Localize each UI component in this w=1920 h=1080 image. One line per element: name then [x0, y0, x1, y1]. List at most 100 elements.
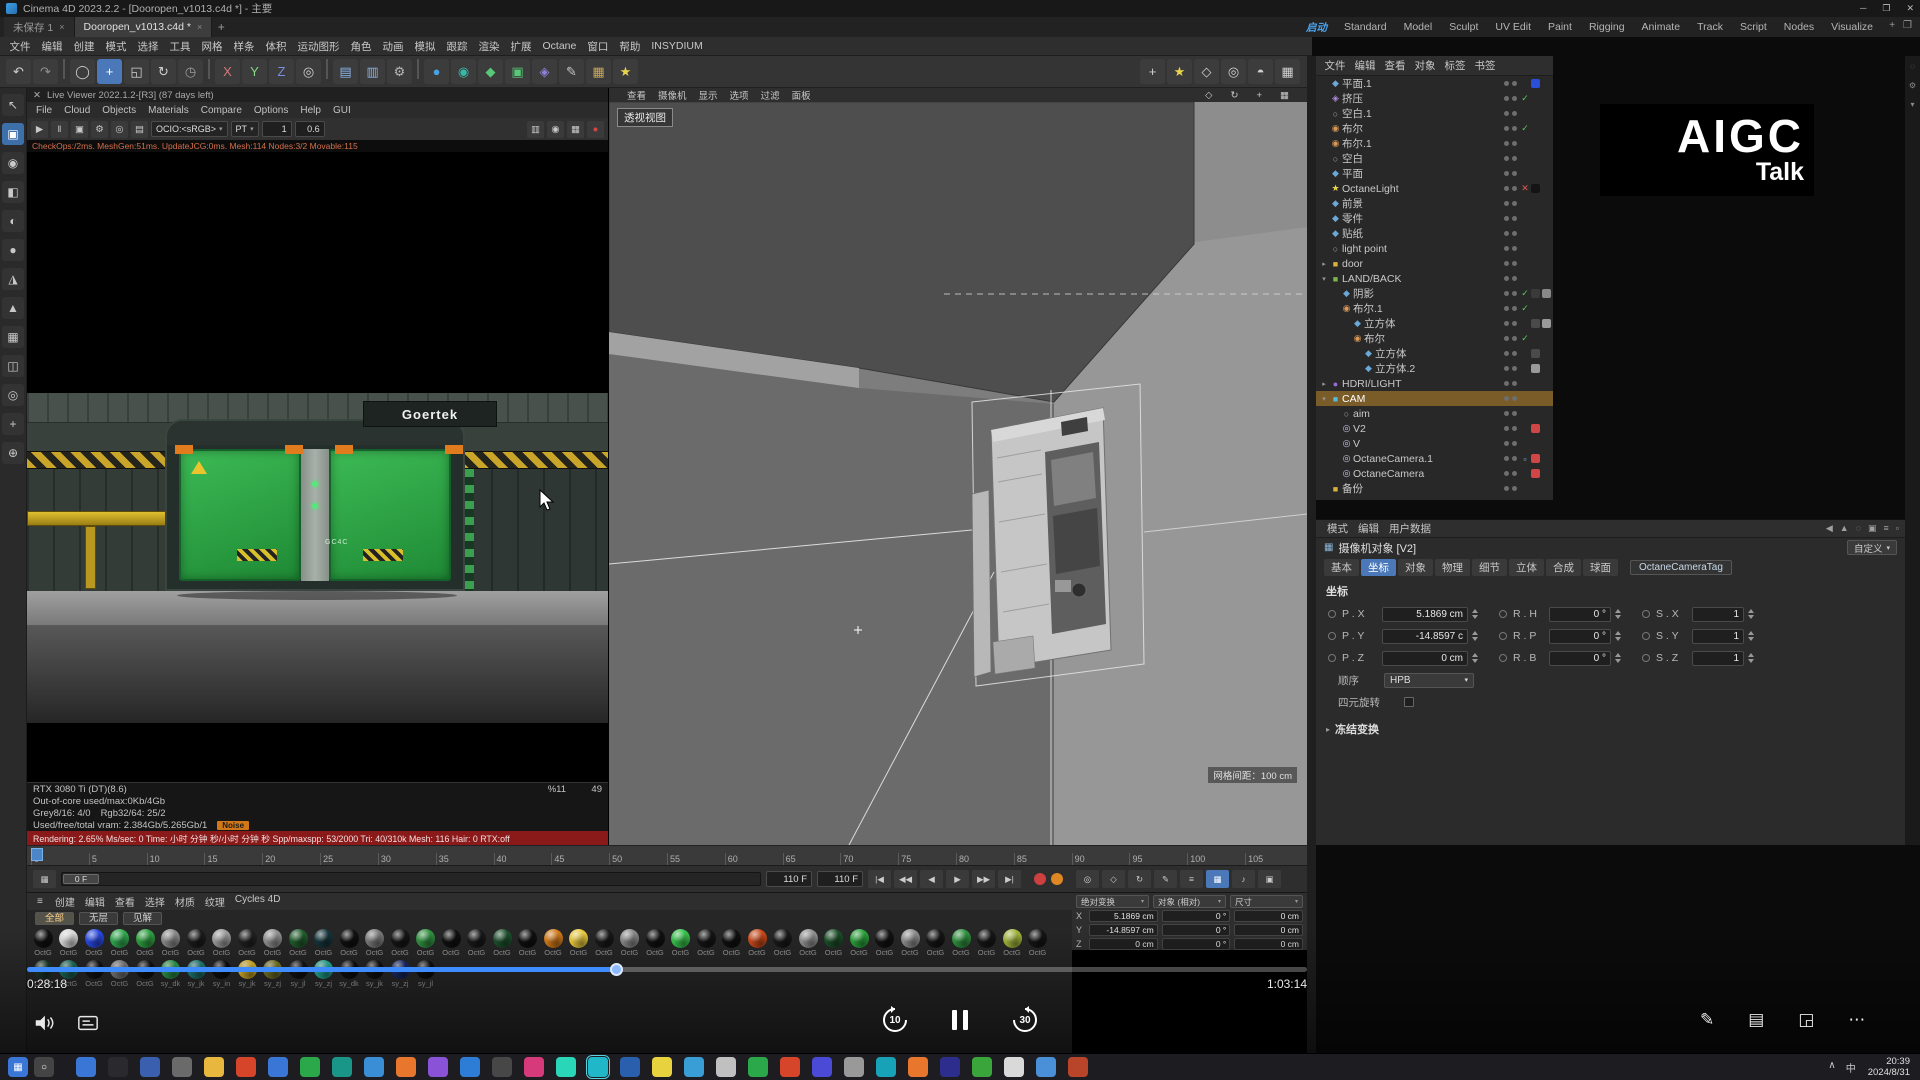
position-field[interactable]: 0 cm: [1382, 651, 1468, 666]
object-tree-row[interactable]: ◆ 阴影 ✓: [1316, 286, 1553, 301]
keyframe-toggle-icon[interactable]: ↻: [1128, 870, 1151, 888]
visibility-dots[interactable]: [1504, 426, 1519, 431]
object-tree-row[interactable]: ◆ 立方体: [1316, 316, 1553, 331]
material-swatch[interactable]: OctG: [671, 929, 691, 958]
material-swatch[interactable]: OctG: [594, 929, 614, 958]
taskbar-app-icon[interactable]: [972, 1057, 992, 1077]
taskbar-icon[interactable]: ▦: [8, 1057, 28, 1077]
material-swatch[interactable]: sy_zj: [263, 960, 283, 989]
keyframe-toggle-icon[interactable]: ≡: [1180, 870, 1203, 888]
toolbar-icon[interactable]: ◯: [70, 59, 95, 84]
lv-toolbar-icon[interactable]: ⚙: [91, 121, 108, 138]
taskbar-app-icon[interactable]: [588, 1057, 608, 1077]
tag-thumb[interactable]: [1531, 394, 1540, 403]
menu-item[interactable]: 帮助: [614, 39, 646, 54]
taskbar-app-icon[interactable]: [652, 1057, 672, 1077]
visibility-dots[interactable]: [1504, 486, 1519, 491]
menu-item[interactable]: 文件: [4, 39, 36, 54]
tag-thumb[interactable]: [1542, 319, 1551, 328]
mode-tool-icon[interactable]: ◐: [2, 210, 24, 232]
workspace-tab[interactable]: Sculpt: [1442, 21, 1485, 33]
scale-field[interactable]: 1: [1692, 651, 1744, 666]
taskbar-app-icon[interactable]: [492, 1057, 512, 1077]
enable-mark-icon[interactable]: ✓: [1519, 93, 1531, 104]
lv-toolbar-icon[interactable]: ▶: [31, 121, 48, 138]
keyframe-dot-icon[interactable]: [1328, 632, 1336, 640]
visibility-dots[interactable]: [1504, 381, 1519, 386]
mode-tool-icon[interactable]: ◉: [2, 152, 24, 174]
material-swatch[interactable]: sy_jl: [288, 960, 308, 989]
material-swatch[interactable]: OctG: [110, 960, 130, 989]
pause-button[interactable]: [952, 1010, 968, 1030]
taskbar-app-icon[interactable]: [108, 1057, 128, 1077]
material-swatch[interactable]: OctG: [161, 929, 181, 958]
scale-field[interactable]: 1: [1692, 629, 1744, 644]
material-swatch[interactable]: OctG: [1002, 929, 1022, 958]
tag-thumb[interactable]: [1542, 274, 1551, 283]
taskbar-app-icon[interactable]: [844, 1057, 864, 1077]
material-swatch[interactable]: OctG: [620, 929, 640, 958]
tray-icon[interactable]: ∧: [1828, 1060, 1835, 1075]
tag-thumb[interactable]: [1542, 184, 1551, 193]
menu-item[interactable]: 扩展: [505, 39, 537, 54]
tag-thumb[interactable]: [1542, 484, 1551, 493]
visibility-dots[interactable]: [1504, 336, 1519, 341]
mode-tool-icon[interactable]: +: [2, 413, 24, 435]
size-value-field[interactable]: 0 cm: [1234, 938, 1303, 950]
menu-item[interactable]: 工具: [164, 39, 196, 54]
taskbar-app-icon[interactable]: [1068, 1057, 1088, 1077]
tag-thumb[interactable]: [1531, 319, 1540, 328]
toolbar-icon[interactable]: ▤: [333, 59, 358, 84]
material-layer-button[interactable]: 无层: [79, 912, 118, 925]
material-swatch[interactable]: OctG: [849, 929, 869, 958]
object-manager-menu-item[interactable]: 文件: [1320, 58, 1350, 73]
frame-slider-handle[interactable]: 0 F: [63, 874, 99, 884]
attribute-header-icon[interactable]: ▲: [1840, 523, 1849, 534]
enable-mark-icon[interactable]: ✓: [1519, 288, 1531, 299]
viewport-corner-icon[interactable]: ▦: [1274, 90, 1295, 101]
menu-item[interactable]: Octane: [537, 40, 582, 52]
live-viewer-menu-item[interactable]: Objects: [97, 105, 141, 116]
tag-thumb[interactable]: [1542, 439, 1551, 448]
enable-mark-icon[interactable]: ✓: [1519, 303, 1531, 314]
viewport-corner-icon[interactable]: +: [1250, 90, 1268, 101]
toolbar-icon[interactable]: ⚙: [387, 59, 412, 84]
workspace-tab[interactable]: 启动: [1299, 20, 1334, 35]
mode-tool-icon[interactable]: ◫: [2, 355, 24, 377]
tag-thumb[interactable]: [1531, 289, 1540, 298]
material-swatch[interactable]: OctG: [416, 929, 436, 958]
position-field[interactable]: -14.8597 c: [1382, 629, 1468, 644]
tag-thumb[interactable]: [1531, 424, 1540, 433]
toolbar-icon[interactable]: ★: [613, 59, 638, 84]
tag-thumb[interactable]: [1531, 184, 1540, 193]
lv-render-canvas[interactable]: GC4C Goertek: [27, 152, 608, 782]
position-value-field[interactable]: 5.1869 cm: [1089, 910, 1158, 922]
tag-thumb[interactable]: [1531, 274, 1540, 283]
material-layer-button[interactable]: 见解: [123, 912, 162, 925]
attribute-tab[interactable]: 坐标: [1361, 559, 1396, 576]
taskbar-app-icon[interactable]: [268, 1057, 288, 1077]
material-swatch[interactable]: OctG: [339, 929, 359, 958]
visibility-dots[interactable]: [1504, 321, 1519, 326]
taskbar-icon[interactable]: ○: [34, 1057, 54, 1077]
size-value-field[interactable]: 0 cm: [1234, 924, 1303, 936]
tag-thumb[interactable]: [1531, 244, 1540, 253]
workspace-tab[interactable]: Paint: [1541, 21, 1579, 33]
mode-tool-icon[interactable]: ↖: [2, 94, 24, 116]
enable-mark-icon[interactable]: ✓: [1519, 123, 1531, 134]
keyframe-toggle-icon[interactable]: ✎: [1154, 870, 1177, 888]
object-manager-menu-item[interactable]: 查看: [1380, 58, 1410, 73]
object-tree-row[interactable]: ◎ OctaneCamera.1 ▫: [1316, 451, 1553, 466]
lv-toolbar-icon[interactable]: ●: [587, 121, 604, 138]
rotation-value-field[interactable]: 0 °: [1162, 924, 1231, 936]
material-swatch[interactable]: OctG: [288, 929, 308, 958]
tag-thumb[interactable]: [1542, 409, 1551, 418]
region-field[interactable]: 1: [262, 121, 292, 137]
workspace-tab[interactable]: Nodes: [1777, 21, 1821, 33]
tag-thumb[interactable]: [1531, 334, 1540, 343]
material-swatch[interactable]: OctG: [84, 960, 104, 989]
mode-tool-icon[interactable]: ◎: [2, 384, 24, 406]
object-tree-row[interactable]: ◆ 立方体: [1316, 346, 1553, 361]
attribute-menu-item[interactable]: 用户数据: [1384, 521, 1436, 536]
toolbar-icon[interactable]: [417, 59, 419, 79]
